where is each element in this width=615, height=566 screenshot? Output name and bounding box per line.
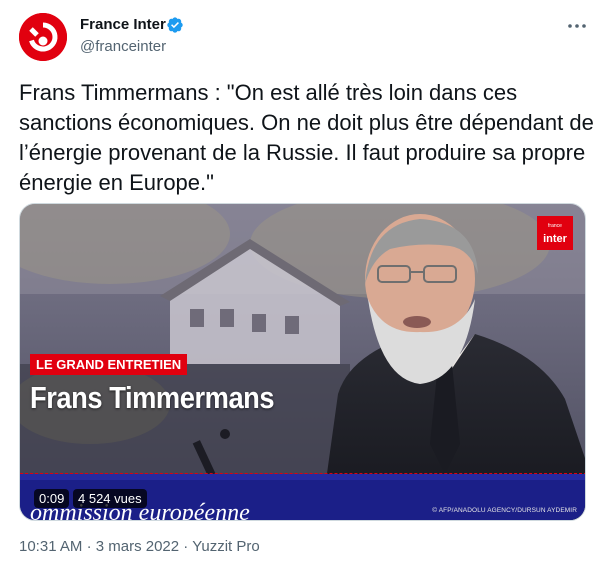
photo-credit: © AFP/ANADOLU AGENCY/DURSUN AYDEMIR [432, 507, 577, 514]
tweet-card: France Inter @franceinter Frans Timmerma… [0, 0, 615, 566]
brand-small-text: france [548, 223, 562, 229]
tweet-meta: 10:31 AM · 3 mars 2022 · Yuzzit Pro [19, 538, 260, 555]
video-headline: Frans Timmermans [30, 380, 275, 415]
author-name[interactable]: France Inter [80, 16, 166, 33]
meta-separator: · [183, 538, 189, 555]
video-progress-line [20, 473, 585, 474]
brand-text: inter [543, 233, 567, 245]
author-handle[interactable]: @franceinter [80, 38, 166, 55]
video-player[interactable]: france inter LE GRAND ENTRETIEN Frans Ti… [19, 203, 586, 521]
show-badge: LE GRAND ENTRETIEN [30, 354, 188, 375]
tweet-text: Frans Timmermans : "On est allé très loi… [19, 80, 594, 195]
tweet-source[interactable]: Yuzzit Pro [192, 538, 260, 555]
verified-badge-icon [167, 17, 183, 33]
video-duration: 0:09 [34, 489, 70, 508]
tweet-date[interactable]: 3 mars 2022 [96, 538, 179, 555]
video-view-count: 4 524 vues [73, 489, 147, 508]
meta-separator: · [86, 538, 92, 555]
france-inter-logo-icon [19, 13, 67, 61]
tweet-time[interactable]: 10:31 AM [19, 538, 82, 555]
more-options-icon[interactable] [566, 16, 588, 36]
author-avatar[interactable] [19, 13, 67, 61]
france-inter-brand-logo: france inter [537, 216, 573, 250]
